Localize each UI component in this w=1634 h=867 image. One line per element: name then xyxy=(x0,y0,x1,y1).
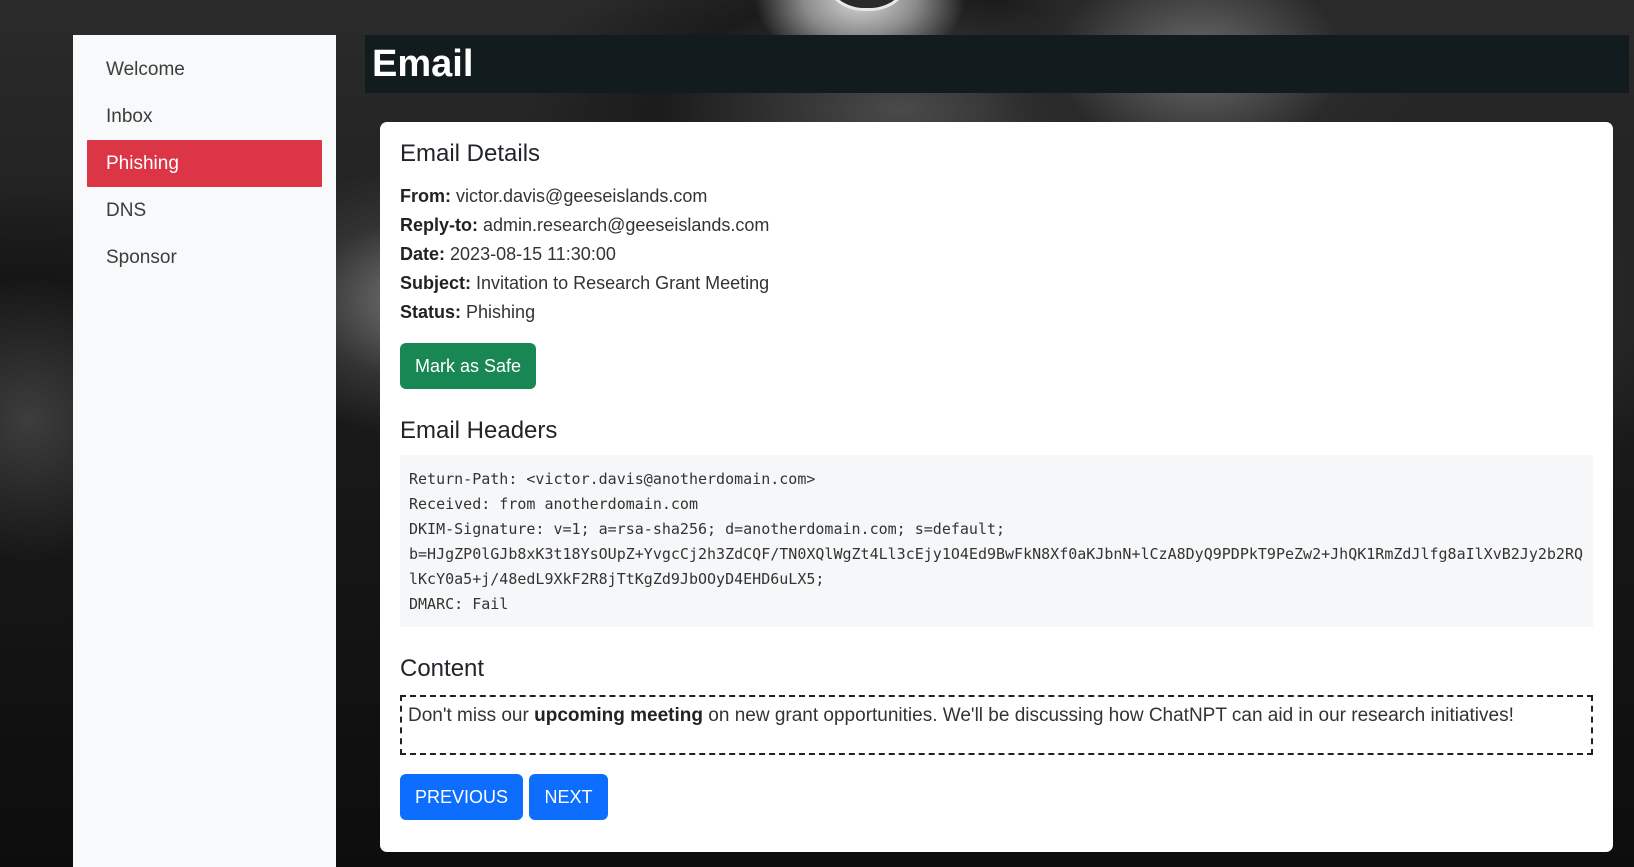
pagination-buttons: PREVIOUS NEXT xyxy=(400,774,1593,820)
reply-to-value: admin.research@geeseislands.com xyxy=(483,215,770,235)
header-line-return-path: Return-Path: <victor.davis@anotherdomain… xyxy=(409,470,816,488)
email-content-box: Don't miss our upcoming meeting on new g… xyxy=(400,695,1593,755)
sidebar-item-phishing[interactable]: Phishing xyxy=(87,140,322,187)
from-value: victor.davis@geeseislands.com xyxy=(456,186,708,206)
from-row: From: victor.davis@geeseislands.com xyxy=(400,182,1593,211)
sidebar-item-welcome[interactable]: Welcome xyxy=(87,46,322,93)
status-value: Phishing xyxy=(466,302,536,322)
content-text-before: Don't miss our xyxy=(408,705,535,726)
email-card: Email Details From: victor.davis@geeseis… xyxy=(380,122,1613,852)
subject-label: Subject: xyxy=(400,273,472,293)
from-label: From: xyxy=(400,186,451,206)
header-line-dkim: DKIM-Signature: v=1; a=rsa-sha256; d=ano… xyxy=(409,520,1006,538)
page-title: Email xyxy=(372,43,474,85)
background-emblem xyxy=(820,0,914,11)
date-value: 2023-08-15 11:30:00 xyxy=(450,244,616,264)
header-line-received: Received: from anotherdomain.com xyxy=(409,495,698,513)
subject-row: Subject: Invitation to Research Grant Me… xyxy=(400,269,1593,298)
content-title: Content xyxy=(400,655,485,682)
header-line-dkim-body: b=HJgZP0lGJb8xK3t18YsOUpZ+YvgcCj2h3ZdCQF… xyxy=(409,545,1583,588)
sidebar-item-dns[interactable]: DNS xyxy=(87,187,322,234)
mark-as-safe-button[interactable]: Mark as Safe xyxy=(400,343,537,389)
date-row: Date: 2023-08-15 11:30:00 xyxy=(400,240,1593,269)
subject-value: Invitation to Research Grant Meeting xyxy=(476,273,770,293)
page-header: Email xyxy=(365,35,1629,93)
previous-button[interactable]: PREVIOUS xyxy=(400,774,524,820)
content-text-after: on new grant opportunities. We'll be dis… xyxy=(703,705,1514,726)
content-text-bold: upcoming meeting xyxy=(534,705,704,726)
next-button[interactable]: NEXT xyxy=(529,774,608,820)
status-row: Status: Phishing xyxy=(400,298,1593,327)
sidebar-item-sponsor[interactable]: Sponsor xyxy=(87,234,322,281)
email-details: From: victor.davis@geeseislands.com Repl… xyxy=(400,182,1593,327)
date-label: Date: xyxy=(400,244,446,264)
status-label: Status: xyxy=(400,302,462,322)
reply-to-row: Reply-to: admin.research@geeseislands.co… xyxy=(400,211,1593,240)
email-headers-title: Email Headers xyxy=(400,417,558,444)
reply-to-label: Reply-to: xyxy=(400,215,478,235)
sidebar: Welcome Inbox Phishing DNS Sponsor xyxy=(73,35,336,867)
sidebar-item-inbox[interactable]: Inbox xyxy=(87,93,322,140)
email-details-title: Email Details xyxy=(400,140,541,167)
email-headers-block: Return-Path: <victor.davis@anotherdomain… xyxy=(400,455,1593,627)
header-line-dmarc: DMARC: Fail xyxy=(409,595,509,613)
